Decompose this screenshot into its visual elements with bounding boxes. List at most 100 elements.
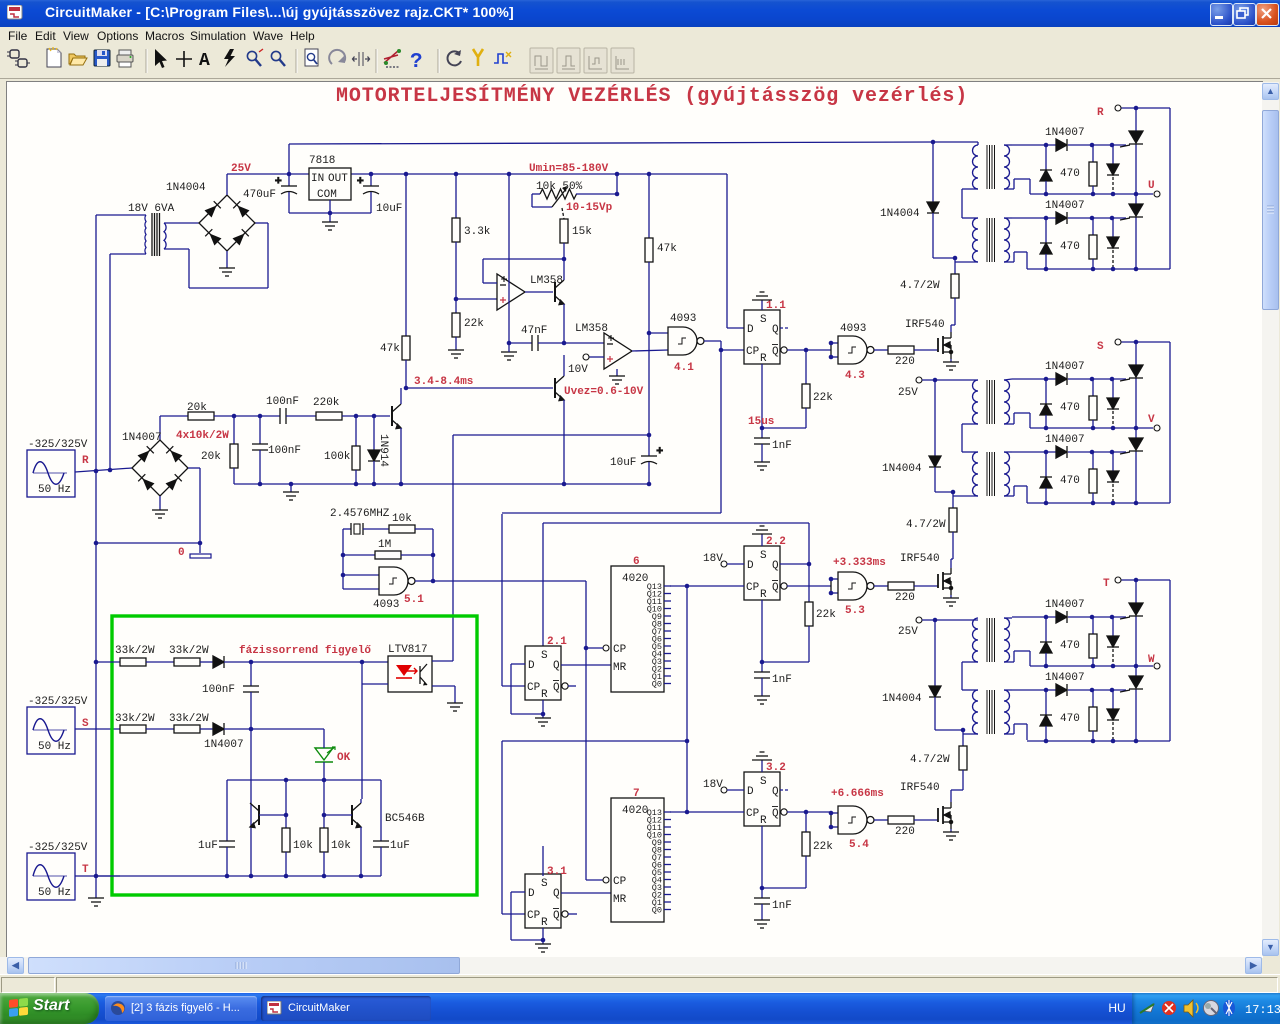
svg-text:1nF: 1nF <box>772 900 792 912</box>
svg-text:CP: CP <box>613 644 627 656</box>
svg-text:33k/2W: 33k/2W <box>169 645 209 657</box>
svg-text:220k: 220k <box>313 397 340 409</box>
svg-text:MR: MR <box>613 662 627 674</box>
svg-text:220: 220 <box>895 592 915 604</box>
svg-text:2.2: 2.2 <box>766 536 786 548</box>
svg-text:Q0: Q0 <box>652 680 662 690</box>
svg-text:LTV817: LTV817 <box>388 644 428 656</box>
svg-text:IN: IN <box>311 173 324 185</box>
svg-text:47nF: 47nF <box>521 325 547 337</box>
svg-text:Q0: Q0 <box>652 906 662 916</box>
svg-text:IRF540: IRF540 <box>900 782 940 794</box>
svg-text:4020: 4020 <box>622 573 648 585</box>
svg-text:10uF: 10uF <box>610 457 636 469</box>
svg-text:CP: CP <box>613 876 627 888</box>
svg-text:IRF540: IRF540 <box>905 319 945 331</box>
svg-text:4.3: 4.3 <box>845 370 865 382</box>
svg-text:R: R <box>82 455 89 467</box>
svg-text:4x10k/2W: 4x10k/2W <box>176 430 229 442</box>
svg-text:IRF540: IRF540 <box>900 553 940 565</box>
svg-text:1uF: 1uF <box>390 840 410 852</box>
svg-text:18V: 18V <box>703 553 723 565</box>
svg-text:-325/325V: -325/325V <box>28 842 88 854</box>
svg-text:MOTORTELJESÍTMÉNY VEZÉRLÉS (gy: MOTORTELJESÍTMÉNY VEZÉRLÉS (gyújtásszög … <box>336 84 968 108</box>
svg-text:10k: 10k <box>392 513 412 525</box>
svg-text:?: ? <box>410 51 423 74</box>
svg-text:15k: 15k <box>572 226 592 238</box>
svg-text:4093: 4093 <box>670 313 696 325</box>
svg-text:R: R <box>1097 107 1104 119</box>
svg-text:3.1: 3.1 <box>547 866 567 878</box>
svg-text:T: T <box>82 864 89 876</box>
svg-text:47k: 47k <box>657 243 677 255</box>
svg-text:7: 7 <box>633 788 640 800</box>
svg-text:4.1: 4.1 <box>674 362 694 374</box>
svg-text:1nF: 1nF <box>772 440 792 452</box>
svg-text:4093: 4093 <box>840 323 866 335</box>
svg-text:22k: 22k <box>816 609 836 621</box>
svg-text:7818: 7818 <box>309 155 335 167</box>
svg-text:33k/2W: 33k/2W <box>115 645 155 657</box>
svg-text:220: 220 <box>895 356 915 368</box>
svg-text:18V 6VA: 18V 6VA <box>128 203 175 215</box>
svg-text:OK: OK <box>337 752 351 764</box>
svg-text:22k: 22k <box>813 841 833 853</box>
svg-text:18V: 18V <box>703 779 723 791</box>
svg-text:V: V <box>1148 414 1155 426</box>
svg-text:1N4007: 1N4007 <box>122 432 162 444</box>
svg-text:470uF: 470uF <box>243 189 276 201</box>
svg-text:25V: 25V <box>898 626 918 638</box>
svg-text:BC546B: BC546B <box>385 813 425 825</box>
svg-text:50 Hz: 50 Hz <box>38 887 71 899</box>
svg-text:22k: 22k <box>813 392 833 404</box>
svg-text:10k: 10k <box>331 840 351 852</box>
svg-text:1M: 1M <box>378 539 391 551</box>
svg-text:100nF: 100nF <box>268 445 301 457</box>
svg-text:50 Hz: 50 Hz <box>38 741 71 753</box>
svg-text:1N4004: 1N4004 <box>166 182 206 194</box>
svg-text:OUT: OUT <box>328 173 348 185</box>
svg-text:1N4007: 1N4007 <box>204 739 244 751</box>
svg-text:20k: 20k <box>201 451 221 463</box>
svg-text:1N4004: 1N4004 <box>880 208 920 220</box>
svg-text:-325/325V: -325/325V <box>28 439 88 451</box>
svg-text:5.3: 5.3 <box>845 605 865 617</box>
svg-text:W: W <box>1148 654 1155 666</box>
svg-text:U: U <box>1148 180 1155 192</box>
svg-text:50 Hz: 50 Hz <box>38 484 71 496</box>
svg-text:10k: 10k <box>293 840 313 852</box>
svg-text:5.1: 5.1 <box>404 594 424 606</box>
svg-text:4.7/2W: 4.7/2W <box>900 280 940 292</box>
svg-text:S: S <box>1097 341 1104 353</box>
svg-text:4.7/2W: 4.7/2W <box>906 519 946 531</box>
svg-text:1N4004: 1N4004 <box>882 693 922 705</box>
svg-text:S: S <box>82 718 89 730</box>
svg-text:Umin=85-180V: Umin=85-180V <box>529 163 609 175</box>
svg-text:1N4004: 1N4004 <box>882 463 922 475</box>
svg-text:47k: 47k <box>380 343 400 355</box>
svg-text:T: T <box>1103 578 1110 590</box>
svg-text:4.7/2W: 4.7/2W <box>910 754 950 766</box>
svg-text:1.1: 1.1 <box>766 300 786 312</box>
svg-text:33k/2W: 33k/2W <box>115 713 155 725</box>
svg-text:A: A <box>199 51 210 71</box>
svg-text:33k/2W: 33k/2W <box>169 713 209 725</box>
svg-text:1uF: 1uF <box>198 840 218 852</box>
svg-text:22k: 22k <box>464 318 484 330</box>
svg-text:6: 6 <box>633 556 640 568</box>
svg-text:3.2: 3.2 <box>766 762 786 774</box>
svg-text:3.3k: 3.3k <box>464 226 491 238</box>
svg-text:5.4: 5.4 <box>849 839 869 851</box>
svg-text:1nF: 1nF <box>772 674 792 686</box>
svg-text:100nF: 100nF <box>202 684 235 696</box>
svg-text:25V: 25V <box>231 163 251 175</box>
svg-text:Uvez=0.6-10V: Uvez=0.6-10V <box>564 386 644 398</box>
svg-text:10-15Vp: 10-15Vp <box>566 202 613 214</box>
svg-text:220: 220 <box>895 826 915 838</box>
svg-text:-325/325V: -325/325V <box>28 696 88 708</box>
svg-text:10uF: 10uF <box>376 203 402 215</box>
svg-text:3.4-8.4ms: 3.4-8.4ms <box>414 376 473 388</box>
svg-text:100nF: 100nF <box>266 396 299 408</box>
svg-text:10V: 10V <box>568 364 588 376</box>
svg-text:+6.666ms: +6.666ms <box>831 788 884 800</box>
